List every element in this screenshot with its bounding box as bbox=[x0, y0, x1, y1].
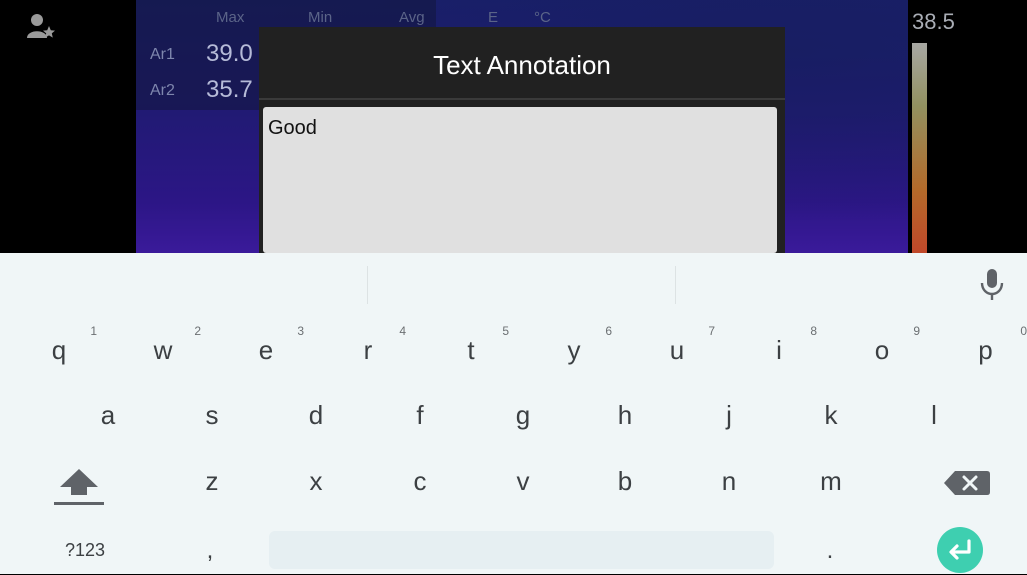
key-p[interactable]: p0 bbox=[924, 318, 1027, 382]
key-d[interactable]: d bbox=[266, 383, 366, 447]
enter-icon[interactable] bbox=[934, 527, 986, 573]
key-y[interactable]: y6 bbox=[524, 318, 624, 382]
soft-keyboard: q1 w2 e3 r4 t5 y6 u7 i8 o9 p0 a s d f g … bbox=[0, 253, 1027, 574]
suggestion-divider bbox=[367, 266, 368, 304]
key-label: p bbox=[978, 335, 993, 365]
key-s[interactable]: s bbox=[162, 383, 262, 447]
key-hint: 4 bbox=[399, 324, 406, 338]
key-label: e bbox=[258, 335, 274, 365]
key-hint: 7 bbox=[708, 324, 715, 338]
key-l[interactable]: l bbox=[884, 383, 984, 447]
key-label: r bbox=[363, 335, 373, 365]
backspace-icon[interactable] bbox=[935, 463, 995, 503]
key-hint: 0 bbox=[1020, 324, 1027, 338]
area2-label: Ar2 bbox=[150, 82, 175, 99]
annotation-text-field[interactable]: Good bbox=[263, 107, 777, 253]
key-c[interactable]: c bbox=[370, 449, 470, 513]
key-label: y bbox=[567, 335, 581, 365]
key-hint: 1 bbox=[90, 324, 97, 338]
key-w[interactable]: w2 bbox=[113, 318, 213, 382]
key-i[interactable]: i8 bbox=[729, 318, 829, 382]
key-t[interactable]: t5 bbox=[421, 318, 521, 382]
key-hint: 6 bbox=[605, 324, 612, 338]
symbols-key[interactable]: ?123 bbox=[40, 526, 130, 574]
key-label: i bbox=[776, 335, 782, 365]
key-n[interactable]: n bbox=[679, 449, 779, 513]
key-r[interactable]: r4 bbox=[318, 318, 418, 382]
header-emissivity: E bbox=[488, 9, 499, 26]
key-label: u bbox=[669, 335, 685, 365]
key-x[interactable]: x bbox=[266, 449, 366, 513]
period-key[interactable]: . bbox=[800, 527, 860, 575]
area1-label: Ar1 bbox=[150, 46, 175, 63]
key-o[interactable]: o9 bbox=[832, 318, 932, 382]
space-bar[interactable] bbox=[269, 531, 774, 569]
dialog-title: Text Annotation bbox=[433, 50, 611, 80]
key-hint: 9 bbox=[913, 324, 920, 338]
header-min: Min bbox=[308, 9, 333, 26]
key-hint: 2 bbox=[194, 324, 201, 338]
header-max: Max bbox=[216, 9, 245, 26]
suggestion-divider bbox=[675, 266, 676, 304]
key-g[interactable]: g bbox=[473, 383, 573, 447]
shift-icon[interactable] bbox=[48, 463, 110, 507]
key-b[interactable]: b bbox=[575, 449, 675, 513]
microphone-icon[interactable] bbox=[979, 268, 1005, 302]
area2-max-value: 35.7 bbox=[206, 76, 253, 103]
key-hint: 8 bbox=[810, 324, 817, 338]
key-label: q bbox=[51, 335, 67, 365]
color-scale-bar bbox=[912, 43, 927, 253]
dialog-divider bbox=[259, 98, 785, 100]
user-settings-icon[interactable] bbox=[26, 12, 56, 42]
scale-max-value: 38.5 bbox=[912, 9, 955, 34]
key-m[interactable]: m bbox=[781, 449, 881, 513]
key-hint: 3 bbox=[297, 324, 304, 338]
key-v[interactable]: v bbox=[473, 449, 573, 513]
key-j[interactable]: j bbox=[679, 383, 779, 447]
key-z[interactable]: z bbox=[162, 449, 262, 513]
key-f[interactable]: f bbox=[370, 383, 470, 447]
key-h[interactable]: h bbox=[575, 383, 675, 447]
key-label: t bbox=[467, 335, 475, 365]
key-q[interactable]: q1 bbox=[9, 318, 109, 382]
header-unit: °C bbox=[534, 9, 551, 26]
key-label: w bbox=[153, 335, 173, 365]
text-annotation-dialog: Text Annotation Good bbox=[259, 27, 785, 253]
key-a[interactable]: a bbox=[58, 383, 158, 447]
thermal-screen: Max Min Avg E °C Ar1 39.0 Ar2 35.7 38.5 … bbox=[0, 0, 1027, 253]
comma-key[interactable]: , bbox=[180, 527, 240, 575]
key-k[interactable]: k bbox=[781, 383, 881, 447]
header-avg: Avg bbox=[399, 9, 425, 26]
area1-max-value: 39.0 bbox=[206, 40, 253, 67]
key-hint: 5 bbox=[502, 324, 509, 338]
key-e[interactable]: e3 bbox=[216, 318, 316, 382]
key-label: o bbox=[874, 335, 890, 365]
key-u[interactable]: u7 bbox=[627, 318, 727, 382]
